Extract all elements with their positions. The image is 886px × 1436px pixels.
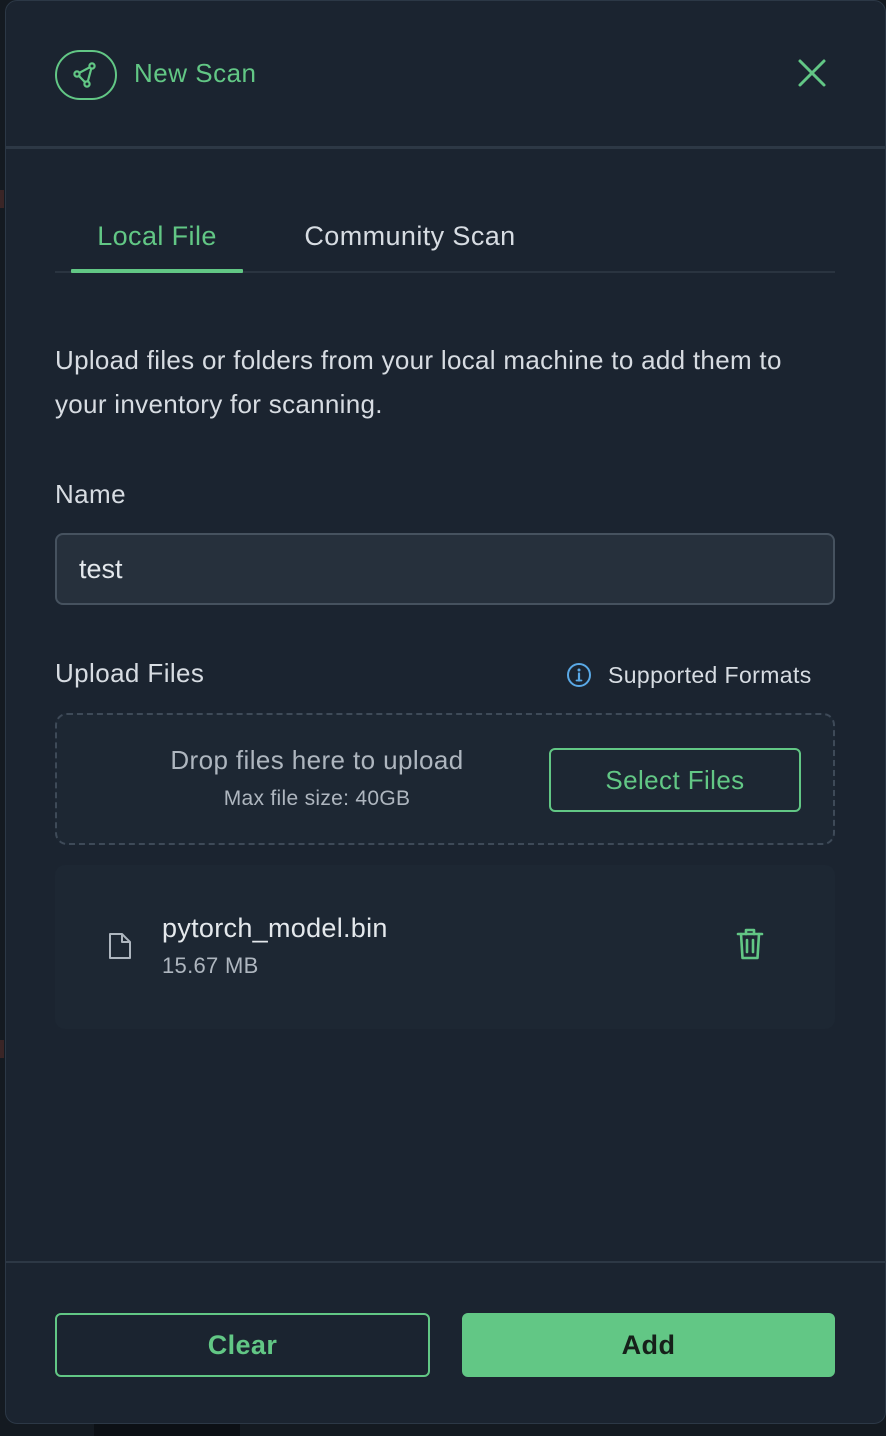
scan-network-icon bbox=[55, 50, 117, 100]
tab-local-file[interactable]: Local File bbox=[71, 201, 243, 271]
panel-title: New Scan bbox=[134, 58, 257, 88]
name-input[interactable] bbox=[55, 533, 835, 605]
close-icon bbox=[798, 59, 826, 87]
name-label: Name bbox=[55, 479, 126, 509]
uploaded-file-list: pytorch_model.bin 15.67 MB bbox=[55, 865, 835, 1029]
drop-instructions: Drop files here to upload bbox=[170, 745, 464, 775]
backdrop-mark bbox=[0, 190, 4, 208]
new-scan-panel: New Scan Local File Community Scan Uploa… bbox=[5, 0, 886, 1424]
backdrop-mark bbox=[0, 1040, 4, 1058]
file-dropzone[interactable]: Drop files here to upload Max file size:… bbox=[55, 713, 835, 845]
backdrop-strip bbox=[94, 1424, 240, 1436]
add-button[interactable]: Add bbox=[462, 1313, 835, 1377]
panel-footer: Clear Add bbox=[6, 1261, 885, 1423]
upload-description: Upload files or folders from your local … bbox=[55, 345, 782, 419]
delete-file-button[interactable] bbox=[736, 927, 764, 966]
active-tab-indicator bbox=[71, 269, 243, 273]
trash-icon bbox=[736, 928, 764, 960]
supported-formats-link[interactable]: Supported Formats bbox=[566, 657, 812, 693]
close-button[interactable] bbox=[792, 53, 832, 93]
file-name: pytorch_model.bin bbox=[162, 913, 388, 943]
file-size: 15.67 MB bbox=[162, 953, 259, 978]
file-icon bbox=[107, 931, 133, 966]
clear-button[interactable]: Clear bbox=[55, 1313, 430, 1377]
panel-header: New Scan bbox=[6, 1, 885, 149]
supported-formats-label: Supported Formats bbox=[608, 661, 812, 688]
tab-community-scan[interactable]: Community Scan bbox=[285, 201, 535, 271]
select-files-button[interactable]: Select Files bbox=[549, 748, 801, 812]
max-file-size: Max file size: 40GB bbox=[223, 787, 411, 810]
info-icon bbox=[567, 663, 591, 687]
upload-files-label: Upload Files bbox=[55, 658, 205, 688]
scan-tabs: Local File Community Scan bbox=[55, 201, 835, 273]
